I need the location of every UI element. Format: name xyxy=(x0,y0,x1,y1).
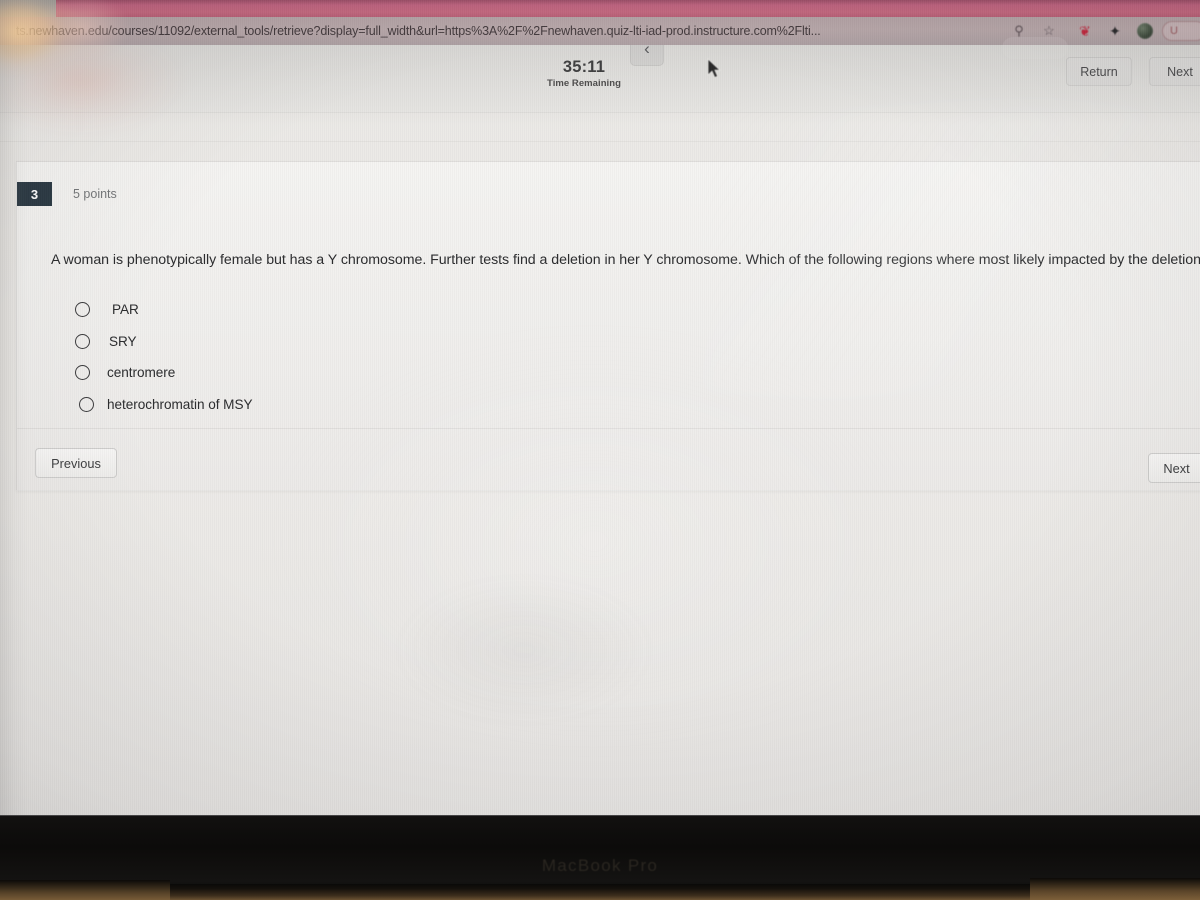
content-top-divider xyxy=(0,141,1200,142)
question-text: A woman is phenotypically female but has… xyxy=(51,252,1200,268)
radio-button-sry[interactable] xyxy=(75,333,90,349)
mouse-cursor xyxy=(707,58,723,85)
answer-option-label: centromere xyxy=(107,365,176,381)
extension-globe-icon[interactable] xyxy=(1136,22,1154,40)
screen-bottom-edge xyxy=(0,815,1200,816)
radio-button-par[interactable] xyxy=(75,302,90,318)
reader-icon[interactable]: ⚲ xyxy=(1010,22,1028,40)
tab-strip-left-edge xyxy=(0,0,56,17)
answer-options-list: PAR SRY centromere heterochromatin of MS… xyxy=(51,294,651,420)
question-header: 3 5 points xyxy=(17,182,1200,206)
desk-surface-right xyxy=(1030,878,1200,900)
next-button[interactable]: Next xyxy=(1148,453,1200,483)
macbook-pro-label: MacBook Pro xyxy=(541,856,659,875)
answer-option-par[interactable]: PAR xyxy=(51,294,651,326)
globe-glyph xyxy=(1137,23,1153,39)
browser-tab-strip[interactable] xyxy=(0,0,1200,17)
extension-red-icon[interactable]: ❦ xyxy=(1076,22,1094,40)
answer-option-heterochromatin[interactable]: heterochromatin of MSY xyxy=(51,389,651,421)
question-number-badge: 3 xyxy=(17,182,52,206)
answer-option-sry[interactable]: SRY xyxy=(51,326,651,358)
answer-option-label: PAR xyxy=(112,302,139,318)
radio-button-heterochromatin[interactable] xyxy=(79,396,94,412)
url-action-pill-background xyxy=(1002,37,1068,59)
return-button[interactable]: Return xyxy=(1066,57,1132,86)
extension-dark-icon[interactable]: ✦ xyxy=(1106,22,1124,40)
header-next-button[interactable]: Next xyxy=(1149,57,1200,86)
laptop-screen: ts.newhaven.edu/courses/11092/external_t… xyxy=(0,0,1200,817)
laptop-photo: ts.newhaven.edu/courses/11092/external_t… xyxy=(0,0,1200,900)
answer-option-centromere[interactable]: centromere xyxy=(51,357,651,389)
answer-option-label: heterochromatin of MSY xyxy=(107,396,253,412)
account-pill-button[interactable]: U xyxy=(1162,21,1200,41)
desk-surface-left xyxy=(0,880,170,900)
desk-surface xyxy=(0,884,1200,900)
radio-button-centromere[interactable] xyxy=(75,365,90,381)
url-text[interactable]: ts.newhaven.edu/courses/11092/external_t… xyxy=(16,20,1006,42)
timer-value: 35:11 xyxy=(562,58,606,76)
question-card: 3 5 points A woman is phenotypically fem… xyxy=(16,161,1200,491)
bookmark-star-icon[interactable]: ☆ xyxy=(1040,22,1058,40)
question-points-label: 5 points xyxy=(73,187,117,201)
quiz-timer: 35:11 Time Remaining xyxy=(542,58,626,90)
timer-label: Time Remaining xyxy=(547,78,621,89)
header-divider xyxy=(0,112,1200,113)
answer-option-label: SRY xyxy=(109,333,137,349)
previous-button[interactable]: Previous xyxy=(35,448,117,478)
card-footer-divider xyxy=(17,428,1200,429)
quiz-app-area: 35:11 Time Remaining ‹ Return Next 3 5 p… xyxy=(0,32,1200,817)
